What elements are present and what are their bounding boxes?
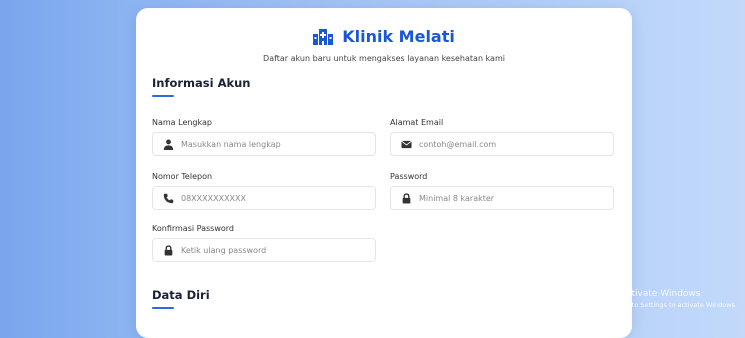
brand-name: Klinik Melati: [342, 27, 455, 46]
lock-icon: [402, 193, 411, 204]
password-label: Password: [390, 172, 428, 181]
activate-windows-watermark: Activate Windows Go to Settings to activ…: [621, 289, 737, 309]
page-subtitle: Daftar akun baru untuk mengakses layanan…: [263, 54, 505, 63]
full-name-placeholder: Masukkan nama lengkap: [181, 140, 281, 149]
hospital-icon: [313, 28, 334, 45]
section-underline: [152, 95, 174, 97]
email-placeholder: contoh@email.com: [419, 140, 497, 149]
password-field[interactable]: Minimal 8 karakter: [390, 186, 614, 210]
envelope-icon: [401, 140, 412, 149]
email-field[interactable]: contoh@email.com: [390, 132, 614, 156]
section-title-account: Informasi Akun: [152, 76, 251, 90]
confirm-password-placeholder: Ketik ulang password: [181, 246, 267, 255]
email-label: Alamat Email: [390, 118, 444, 127]
phone-icon: [163, 193, 174, 204]
section-underline: [152, 307, 174, 309]
registration-card: Klinik Melati Daftar akun baru untuk men…: [136, 8, 632, 338]
phone-field[interactable]: 08XXXXXXXXXX: [152, 186, 376, 210]
section-title-personal: Data Diri: [152, 288, 210, 302]
watermark-title: Activate Windows: [620, 289, 701, 299]
password-placeholder: Minimal 8 karakter: [419, 194, 495, 203]
lock-icon: [164, 245, 173, 256]
confirm-password-label: Konfirmasi Password: [152, 224, 234, 233]
user-icon: [163, 139, 174, 150]
brand-header: Klinik Melati: [136, 26, 632, 46]
full-name-field[interactable]: Masukkan nama lengkap: [152, 132, 376, 156]
full-name-label: Nama Lengkap: [152, 118, 212, 127]
confirm-password-field[interactable]: Ketik ulang password: [152, 238, 376, 262]
phone-placeholder: 08XXXXXXXXXX: [181, 194, 246, 203]
phone-label: Nomor Telepon: [152, 172, 213, 181]
watermark-subtitle: Go to Settings to activate Windows.: [620, 301, 737, 309]
